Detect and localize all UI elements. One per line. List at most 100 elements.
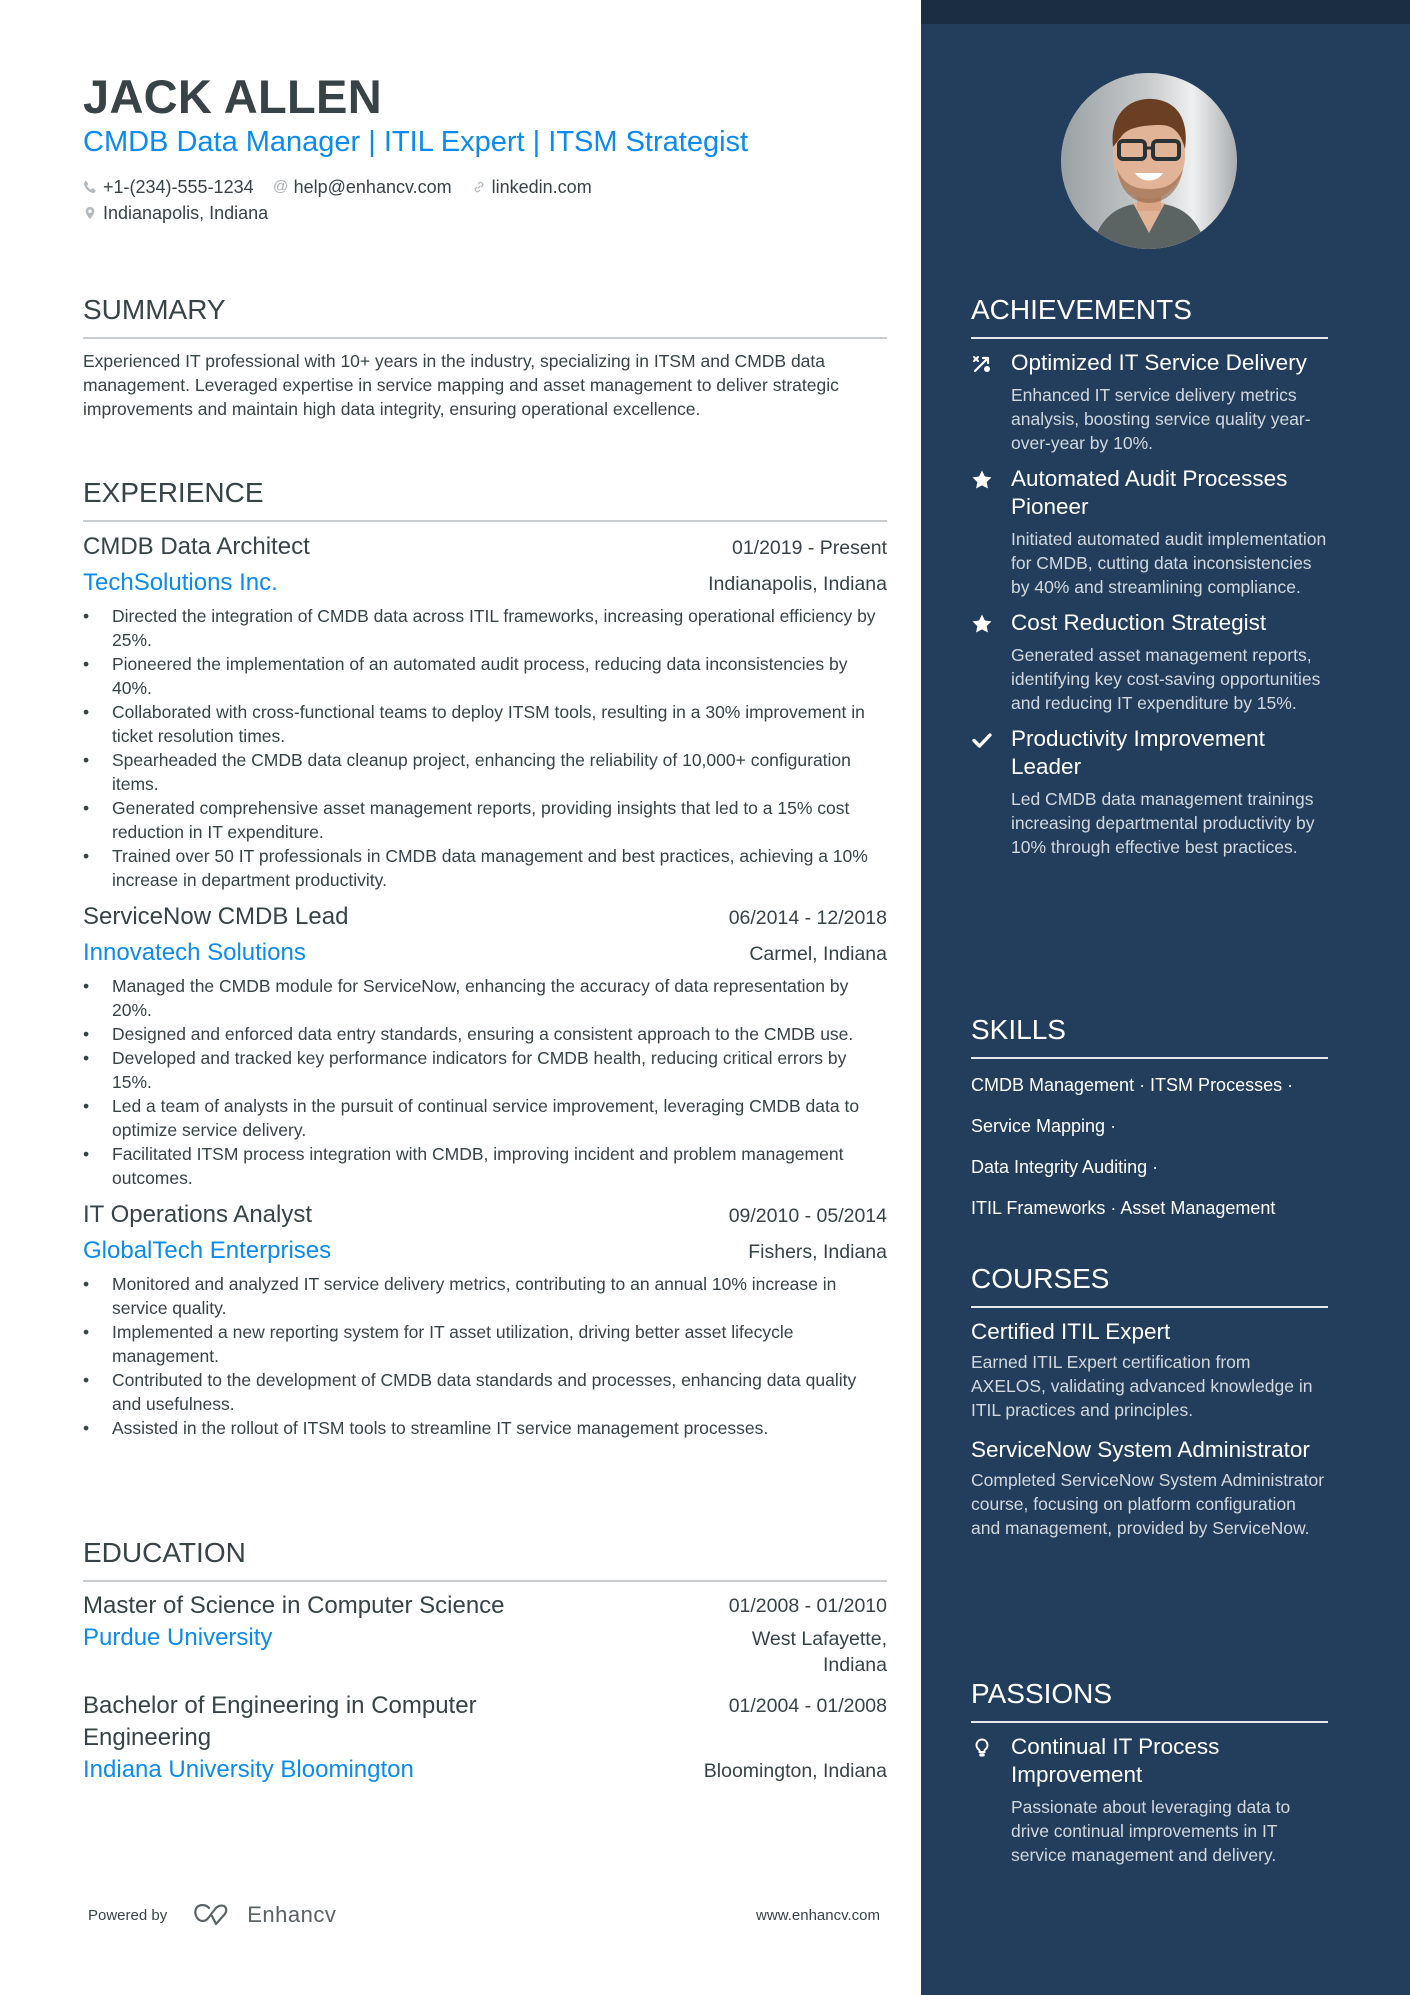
experience-section: EXPERIENCE CMDB Data Architect 01/2019 -… xyxy=(83,476,887,1440)
powered-by-label: Powered by xyxy=(88,1906,168,1924)
sidebar: ACHIEVEMENTS Optimized IT Service Delive… xyxy=(921,0,1410,1995)
skill-line: Data Integrity Auditing · xyxy=(971,1157,1159,1177)
phone-icon xyxy=(83,179,97,195)
achievement-item: Automated Audit Processes Pioneer Initia… xyxy=(971,465,1328,599)
summary-heading: SUMMARY xyxy=(83,293,887,339)
summary-text: Experienced IT professional with 10+ yea… xyxy=(83,351,839,419)
job-company: GlobalTech Enterprises xyxy=(83,1237,332,1264)
job-bullets: Monitored and analyzed IT service delive… xyxy=(83,1272,887,1440)
skills-list: CMDB Management · ITSM Processes · Servi… xyxy=(971,1065,1328,1229)
at-icon: @ xyxy=(273,178,289,195)
bullet-item: Generated comprehensive asset management… xyxy=(83,796,887,844)
course-item: Certified ITIL Expert Earned ITIL Expert… xyxy=(971,1318,1328,1422)
bullet-item: Managed the CMDB module for ServiceNow, … xyxy=(83,974,887,1022)
job-role: ServiceNow CMDB Lead xyxy=(83,903,349,930)
edu-location: West Lafayette, Indiana xyxy=(751,1628,887,1676)
experience-heading: EXPERIENCE xyxy=(83,476,887,522)
candidate-name: JACK ALLEN xyxy=(83,70,382,123)
job-role: IT Operations Analyst xyxy=(83,1201,313,1228)
bullet-item: Assisted in the rollout of ITSM tools to… xyxy=(83,1416,887,1440)
profile-photo-icon xyxy=(1061,73,1237,249)
course-title: Certified ITIL Expert xyxy=(971,1319,1171,1344)
edu-school: Purdue University xyxy=(83,1624,273,1651)
resume-header: JACK ALLEN CMDB Data Manager | ITIL Expe… xyxy=(83,70,883,226)
enhancv-logo-icon xyxy=(194,1904,228,1926)
achievement-item: Optimized IT Service Delivery Enhanced I… xyxy=(971,349,1328,455)
skill-line: CMDB Management · ITSM Processes · xyxy=(971,1075,1294,1095)
phone-number: +1-(234)-555-1234 xyxy=(103,177,254,197)
achievement-title: Productivity Improvement Leader xyxy=(1011,726,1265,779)
achievements-section: ACHIEVEMENTS Optimized IT Service Delive… xyxy=(971,293,1328,859)
location-text: Indianapolis, Indiana xyxy=(103,203,269,223)
edu-dates: 01/2008 - 01/2010 xyxy=(728,1595,887,1617)
website-link[interactable]: www.enhancv.com xyxy=(756,1907,880,1924)
summary-section: SUMMARY Experienced IT professional with… xyxy=(83,293,887,421)
passion-title: Continual IT Process Improvement xyxy=(1011,1734,1220,1787)
achievement-item: Cost Reduction Strategist Generated asse… xyxy=(971,609,1328,715)
education-heading: EDUCATION xyxy=(83,1536,887,1582)
job-location: Fishers, Indiana xyxy=(748,1241,887,1263)
passion-desc: Passionate about leveraging data to driv… xyxy=(1011,1797,1291,1865)
edu-dates: 01/2004 - 01/2008 xyxy=(728,1695,887,1717)
job-entry: ServiceNow CMDB Lead 06/2014 - 12/2018 I… xyxy=(83,900,887,1190)
job-dates: 09/2010 - 05/2014 xyxy=(728,1205,887,1227)
job-company: TechSolutions Inc. xyxy=(83,569,278,596)
passions-section: PASSIONS Continual IT Process Improvemen… xyxy=(971,1677,1328,1867)
course-desc: Earned ITIL Expert certification from AX… xyxy=(971,1352,1313,1420)
checkmark-icon xyxy=(971,725,1011,859)
bullet-item: Spearheaded the CMDB data cleanup projec… xyxy=(83,748,887,796)
courses-heading: COURSES xyxy=(971,1262,1328,1308)
bullet-item: Led a team of analysts in the pursuit of… xyxy=(83,1094,887,1142)
job-role: CMDB Data Architect xyxy=(83,533,310,560)
course-desc: Completed ServiceNow System Administrato… xyxy=(971,1470,1325,1538)
achievement-title: Cost Reduction Strategist xyxy=(1011,610,1267,635)
passion-item: Continual IT Process Improvement Passion… xyxy=(971,1733,1328,1867)
achievement-desc: Initiated automated audit implementation… xyxy=(1011,529,1327,597)
education-entry: Bachelor of Engineering in Computer Engi… xyxy=(83,1690,887,1786)
achievement-desc: Enhanced IT service delivery metrics ana… xyxy=(1011,385,1311,453)
job-location: Carmel, Indiana xyxy=(749,943,887,965)
job-bullets: Managed the CMDB module for ServiceNow, … xyxy=(83,974,887,1190)
edu-degree: Bachelor of Engineering in Computer Engi… xyxy=(83,1692,477,1751)
achievement-title: Optimized IT Service Delivery xyxy=(1011,350,1307,375)
edu-school: Indiana University Bloomington xyxy=(83,1756,414,1783)
achievement-item: Productivity Improvement Leader Led CMDB… xyxy=(971,725,1328,859)
contact-phone: +1-(234)-555-1234 xyxy=(83,174,254,200)
course-item: ServiceNow System Administrator Complete… xyxy=(971,1436,1328,1540)
brand-name: Enhancv xyxy=(247,1902,337,1927)
contact-info: +1-(234)-555-1234 @ help@enhancv.com lin… xyxy=(83,174,883,226)
route-icon xyxy=(971,349,1011,455)
brand-logo[interactable]: Enhancv xyxy=(191,1902,336,1928)
bullet-item: Designed and enforced data entry standar… xyxy=(83,1022,887,1046)
courses-section: COURSES Certified ITIL Expert Earned ITI… xyxy=(971,1262,1328,1540)
location-pin-icon xyxy=(83,205,97,221)
footer: Powered by Enhancv www.enhancv.com xyxy=(88,1902,880,1928)
sidebar-top-band xyxy=(921,0,1410,24)
lightbulb-icon xyxy=(971,1733,1011,1867)
education-section: EDUCATION Master of Science in Computer … xyxy=(83,1536,887,1786)
job-dates: 06/2014 - 12/2018 xyxy=(728,907,887,929)
job-dates: 01/2019 - Present xyxy=(731,537,887,559)
bullet-item: Monitored and analyzed IT service delive… xyxy=(83,1272,887,1320)
education-entry: Master of Science in Computer Science 01… xyxy=(83,1590,887,1678)
edu-degree: Master of Science in Computer Science xyxy=(83,1592,505,1619)
skills-section: SKILLS CMDB Management · ITSM Processes … xyxy=(971,1013,1328,1229)
email-address[interactable]: help@enhancv.com xyxy=(294,174,452,200)
achievement-desc: Led CMDB data management trainings incre… xyxy=(1011,789,1315,857)
contact-linkedin[interactable]: linkedin.com xyxy=(472,174,592,200)
achievement-desc: Generated asset management reports, iden… xyxy=(1011,645,1321,713)
achievements-heading: ACHIEVEMENTS xyxy=(971,293,1328,339)
star-icon xyxy=(971,465,1011,599)
linkedin-link[interactable]: linkedin.com xyxy=(492,174,592,200)
avatar xyxy=(1061,73,1237,249)
bullet-item: Developed and tracked key performance in… xyxy=(83,1046,887,1094)
bullet-item: Facilitated ITSM process integration wit… xyxy=(83,1142,887,1190)
contact-email[interactable]: @ help@enhancv.com xyxy=(273,174,452,200)
bullet-item: Trained over 50 IT professionals in CMDB… xyxy=(83,844,887,892)
job-entry: CMDB Data Architect 01/2019 - Present Te… xyxy=(83,530,887,892)
star-icon xyxy=(971,609,1011,715)
candidate-title: CMDB Data Manager | ITIL Expert | ITSM S… xyxy=(83,126,749,158)
bullet-item: Contributed to the development of CMDB d… xyxy=(83,1368,887,1416)
job-entry: IT Operations Analyst 09/2010 - 05/2014 … xyxy=(83,1198,887,1440)
achievement-title: Automated Audit Processes Pioneer xyxy=(1011,466,1288,519)
